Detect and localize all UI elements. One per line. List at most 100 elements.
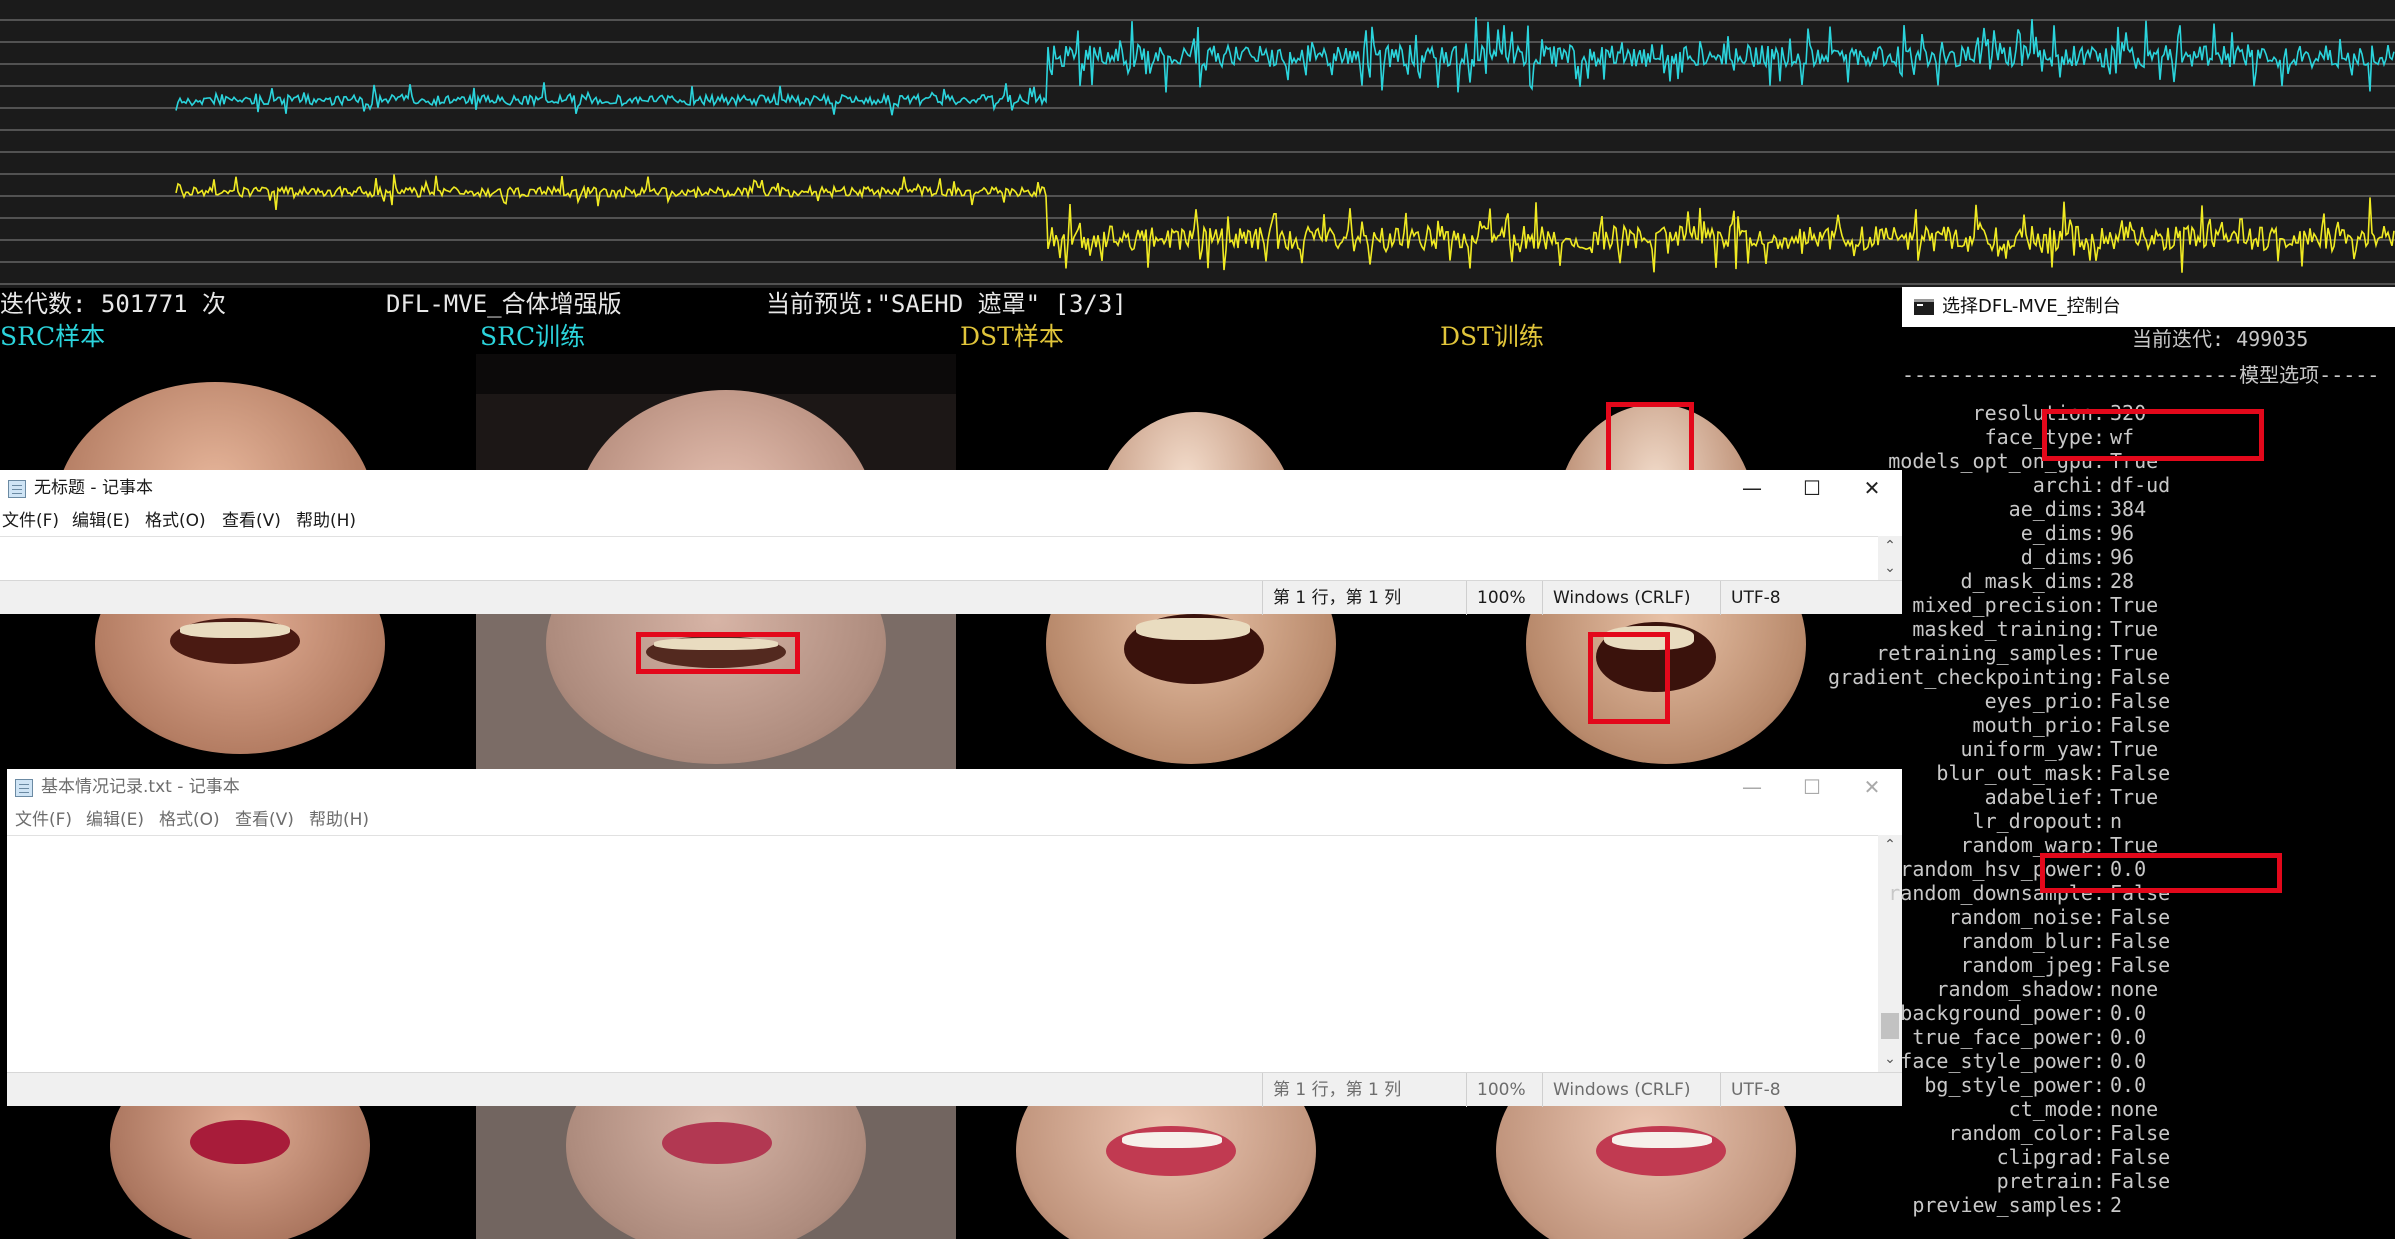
notepad-title-bar[interactable]: 无标题 - 记事本 — ☐ ✕ xyxy=(0,470,1902,506)
option-line-uniform-yaw: uniform_yaw: True xyxy=(1902,737,2395,761)
option-key: ct_mode: xyxy=(2008,1097,2105,1121)
menu-format[interactable]: 格式(O) xyxy=(159,805,220,835)
preview-image-src-train-1 xyxy=(476,354,956,470)
scroll-down-icon[interactable]: ⌄ xyxy=(1878,558,1902,578)
preview-row-3 xyxy=(0,1106,1902,1239)
column-header-src-sample: SRC样本 xyxy=(0,322,106,351)
scroll-up-icon[interactable]: ⌃ xyxy=(1878,835,1902,855)
option-line-random-blur: random_blur: False xyxy=(1902,929,2395,953)
option-value: False xyxy=(2110,905,2171,929)
option-line-eyes-prio: eyes_prio: False xyxy=(1902,689,2395,713)
option-line-background-power: background_power: 0.0 xyxy=(1900,1001,2395,1025)
option-line-archi: archi: df-ud xyxy=(1902,473,2395,497)
option-value: True xyxy=(2110,593,2159,617)
option-line-masked-training: masked_training: True xyxy=(1902,617,2395,641)
option-key: clipgrad: xyxy=(1996,1145,2105,1169)
menu-view[interactable]: 查看(V) xyxy=(235,805,294,835)
option-key: uniform_yaw: xyxy=(1960,737,2106,761)
current-iteration-line: 当前迭代: 499035 xyxy=(2132,327,2309,351)
option-line-ct-mode: ct_mode: none xyxy=(1902,1097,2395,1121)
highlight-box-random-warp xyxy=(2040,853,2282,893)
close-button[interactable]: ✕ xyxy=(1842,470,1902,506)
terminal-icon xyxy=(1914,299,1934,315)
menu-edit[interactable]: 编辑(E) xyxy=(86,805,144,835)
highlight-box-dst-mouth xyxy=(1588,632,1670,724)
option-value: 0.0 xyxy=(2110,1073,2147,1097)
zoom-level: 100% xyxy=(1466,1073,1526,1107)
option-line-ae-dims: ae_dims: 384 xyxy=(1902,497,2395,521)
close-button[interactable]: ✕ xyxy=(1842,769,1902,805)
model-options-header: ----------------------------模型选项----- xyxy=(1902,363,2380,387)
menu-view[interactable]: 查看(V) xyxy=(222,506,281,536)
option-key: random_noise: xyxy=(1948,905,2105,929)
menu-help[interactable]: 帮助(H) xyxy=(296,506,356,536)
option-value: False xyxy=(2110,929,2171,953)
option-value: False xyxy=(2110,1145,2171,1169)
option-value: False xyxy=(2110,1169,2171,1193)
encoding: UTF-8 xyxy=(1720,581,1781,615)
option-key: background_power: xyxy=(1900,1001,2105,1025)
option-key: random_color: xyxy=(1948,1121,2105,1145)
minimize-button[interactable]: — xyxy=(1722,769,1782,805)
notepad-window-untitled[interactable]: 无标题 - 记事本 — ☐ ✕ 文件(F) 编辑(E) 格式(O) 查看(V) … xyxy=(0,470,1902,615)
option-line-d-dims: d_dims: 96 xyxy=(1902,545,2395,569)
line-ending: Windows (CRLF) xyxy=(1542,1073,1691,1107)
console-window[interactable]: 选择DFL-MVE_控制台 当前迭代: 499035 -------------… xyxy=(1828,287,2395,1239)
option-line-true-face-power: true_face_power: 0.0 xyxy=(1902,1025,2395,1049)
notepad-menu-bar: 文件(F) 编辑(E) 格式(O) 查看(V) 帮助(H) xyxy=(7,805,1902,835)
option-value: False xyxy=(2110,713,2171,737)
option-line-mouth-prio: mouth_prio: False xyxy=(1902,713,2395,737)
option-key: eyes_prio: xyxy=(1984,689,2105,713)
scroll-up-icon[interactable]: ⌃ xyxy=(1878,536,1902,556)
cursor-position: 第 1 行，第 1 列 xyxy=(1262,581,1401,615)
notepad-title-bar[interactable]: 基本情况记录.txt - 记事本 — ☐ ✕ xyxy=(7,769,1902,805)
loss-history-graph xyxy=(0,0,2395,288)
menu-file[interactable]: 文件(F) xyxy=(15,805,72,835)
notepad-text-area[interactable] xyxy=(0,536,1902,580)
vertical-scrollbar[interactable]: ⌃ ⌄ xyxy=(1878,536,1902,580)
dst-loss-line xyxy=(175,174,2395,273)
zoom-level: 100% xyxy=(1466,581,1526,615)
option-line-preview-samples: preview_samples: 2 xyxy=(1902,1193,2395,1217)
option-value: 0.0 xyxy=(2110,1025,2147,1049)
option-key: archi: xyxy=(2032,473,2105,497)
option-key: true_face_power: xyxy=(1912,1025,2105,1049)
notepad-status-bar: 第 1 行，第 1 列 100% Windows (CRLF) UTF-8 xyxy=(0,580,1902,615)
option-key: random_blur: xyxy=(1960,929,2106,953)
maximize-button[interactable]: ☐ xyxy=(1782,769,1842,805)
option-key: retraining_samples: xyxy=(1876,641,2105,665)
scroll-down-icon[interactable]: ⌄ xyxy=(1878,1049,1902,1069)
option-value: 0.0 xyxy=(2110,1001,2147,1025)
notepad-icon xyxy=(15,779,33,797)
menu-edit[interactable]: 编辑(E) xyxy=(72,506,130,536)
option-line-face-style-power: face_style_power: 0.0 xyxy=(1900,1049,2395,1073)
preview-row-1 xyxy=(0,354,1902,480)
option-key: lr_dropout: xyxy=(1972,809,2105,833)
menu-format[interactable]: 格式(O) xyxy=(145,506,206,536)
option-key: d_dims: xyxy=(2020,545,2105,569)
option-key: mouth_prio: xyxy=(1972,713,2105,737)
preview-image-dst-sample-2 xyxy=(956,614,1436,769)
console-title: 选择DFL-MVE_控制台 xyxy=(1942,296,2121,317)
option-value: 384 xyxy=(2110,497,2147,521)
console-output: 当前迭代: 499035 ---------------------------… xyxy=(1828,327,2395,1239)
option-value: True xyxy=(2110,617,2159,641)
option-key: adabelief: xyxy=(1984,785,2105,809)
option-value: False xyxy=(2110,689,2171,713)
menu-file[interactable]: 文件(F) xyxy=(2,506,59,536)
preview-row-2 xyxy=(0,614,1902,769)
option-key: blur_out_mask: xyxy=(1936,761,2105,785)
notepad-window-record[interactable]: 基本情况记录.txt - 记事本 — ☐ ✕ 文件(F) 编辑(E) 格式(O)… xyxy=(7,769,1902,1107)
menu-help[interactable]: 帮助(H) xyxy=(309,805,369,835)
notepad-text-area[interactable] xyxy=(7,835,1902,1072)
option-key: pretrain: xyxy=(1996,1169,2105,1193)
option-value: n xyxy=(2110,809,2123,833)
maximize-button[interactable]: ☐ xyxy=(1782,470,1842,506)
option-value: True xyxy=(2110,641,2159,665)
option-line-mixed-precision: mixed_precision: True xyxy=(1902,593,2395,617)
console-title-bar[interactable]: 选择DFL-MVE_控制台 xyxy=(1902,287,2395,327)
minimize-button[interactable]: — xyxy=(1722,470,1782,506)
option-line-random-color: random_color: False xyxy=(1902,1121,2395,1145)
scrollbar-thumb[interactable] xyxy=(1881,1013,1899,1039)
vertical-scrollbar[interactable]: ⌃ ⌄ xyxy=(1878,835,1902,1072)
